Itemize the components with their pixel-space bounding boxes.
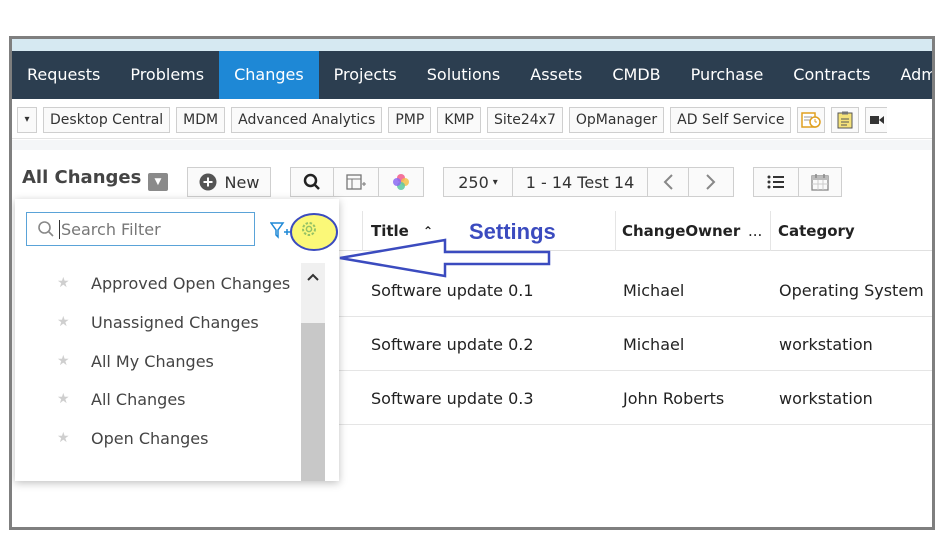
annotation-arrow-icon [339,238,551,278]
settings-highlight-circle [290,213,338,251]
annotation-overlay [290,213,551,278]
settings-annotation-label: Settings [469,219,556,244]
